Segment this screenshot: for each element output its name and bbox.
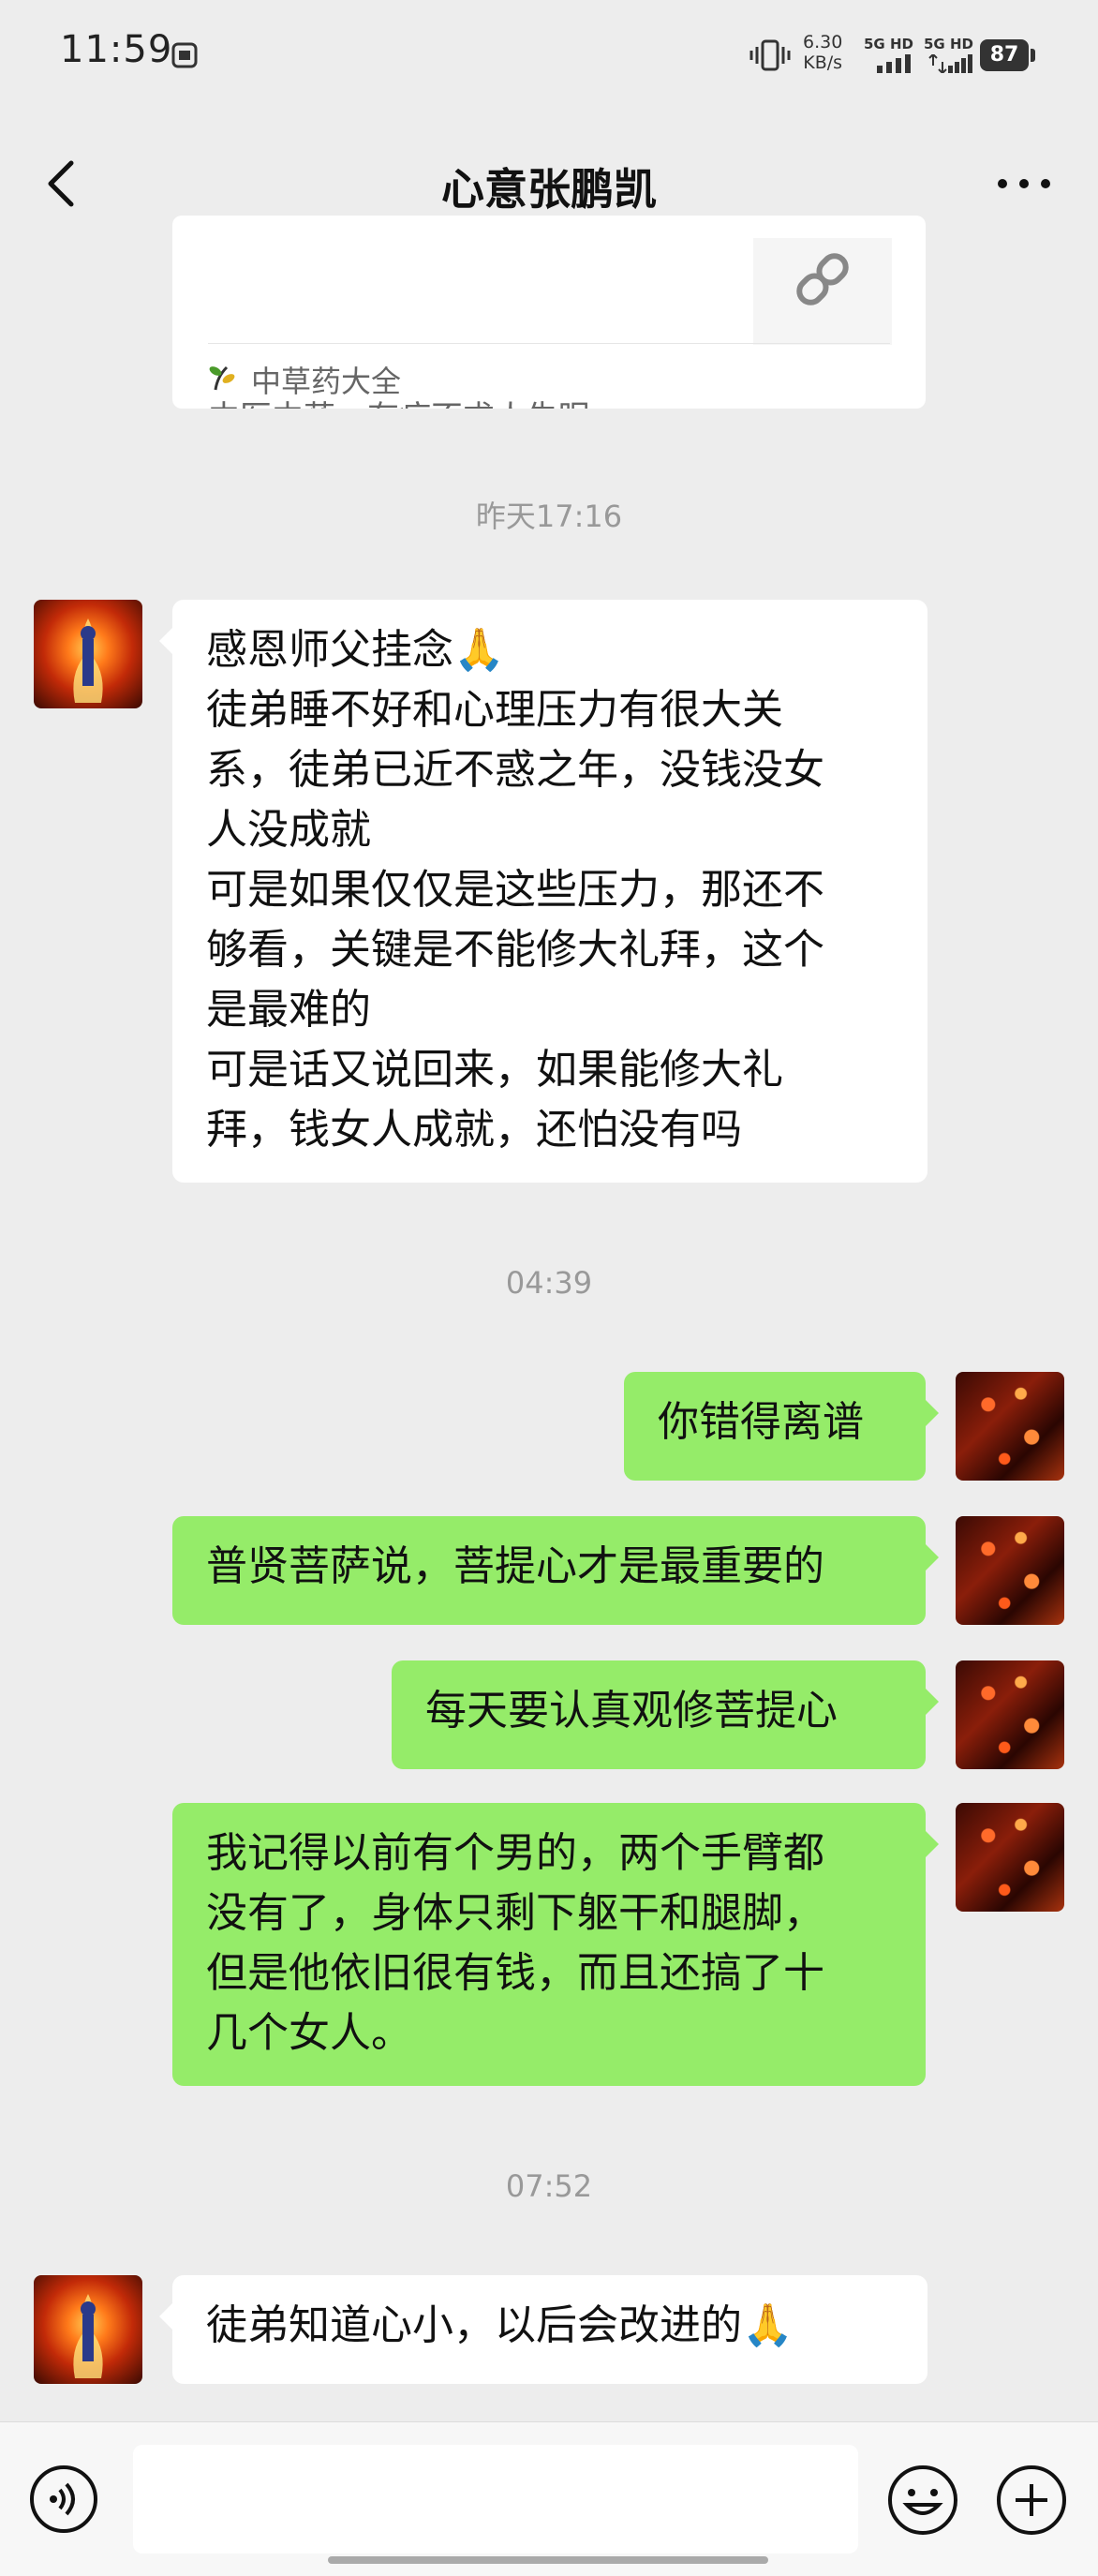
message-bubble-outgoing[interactable]: 每天要认真观修菩提心 xyxy=(392,1660,939,1769)
more-options-icon[interactable] xyxy=(991,156,1057,212)
my-avatar[interactable] xyxy=(956,1660,1064,1769)
timestamp: 昨天17:16 xyxy=(475,499,623,534)
home-indicator[interactable] xyxy=(328,2556,768,2564)
shared-link-card[interactable]: … … … 中医中药、有病不求人失眠… 中草药大全 xyxy=(172,216,926,409)
my-avatar[interactable] xyxy=(956,1372,1064,1481)
timestamp: 07:52 xyxy=(505,2168,593,2204)
message-bubble-outgoing[interactable]: 普贤菩萨说，菩提心才是最重要的 xyxy=(172,1516,939,1625)
status-time: 11:59 xyxy=(60,28,173,71)
signal-1-label: 5G HD xyxy=(864,36,913,52)
message-bubble-incoming[interactable]: 感恩师父挂念🙏 徒弟睡不好和心理压力有很大关 系，徒弟已近不惑之年，没钱没女 人… xyxy=(159,600,927,1183)
emoji-icon[interactable] xyxy=(886,2464,959,2537)
battery-tip xyxy=(1031,49,1035,62)
app-source-icon xyxy=(209,365,235,391)
card-divider xyxy=(208,343,890,344)
my-avatar[interactable] xyxy=(956,1803,1064,1912)
input-bar xyxy=(0,2421,1098,2576)
link-thumbnail xyxy=(753,238,892,345)
avatar-flame-figure-icon xyxy=(73,2294,103,2378)
contact-avatar[interactable] xyxy=(34,2275,142,2384)
voice-input-icon[interactable] xyxy=(28,2464,99,2535)
my-avatar[interactable] xyxy=(956,1516,1064,1625)
status-bar: 11:59 6.30 KB/s 5G HD 5G HD 87 xyxy=(0,0,1098,112)
contact-avatar[interactable] xyxy=(34,600,142,708)
signal-2-label: 5G HD xyxy=(924,36,973,52)
avatar-flame-figure-icon xyxy=(73,618,103,703)
battery-icon: 87 xyxy=(980,39,1029,71)
message-bubble-outgoing[interactable]: 我记得以前有个男的，两个手臂都 没有了，身体只剩下躯干和腿脚， 但是他依旧很有钱… xyxy=(172,1803,939,2086)
message-bubble-outgoing[interactable]: 你错得离谱 xyxy=(624,1372,939,1481)
message-input[interactable] xyxy=(133,2445,858,2554)
network-speed: 6.30 KB/s xyxy=(803,32,843,73)
signal-1-icon xyxy=(877,54,911,73)
timestamp: 04:39 xyxy=(505,1265,593,1301)
plus-icon[interactable] xyxy=(995,2464,1068,2537)
message-bubble-incoming[interactable]: 徒弟知道心小，以后会改进的🙏 xyxy=(159,2275,927,2384)
link-icon xyxy=(796,253,849,305)
signal-2-icon xyxy=(928,54,972,73)
link-card-source: 中草药大全 xyxy=(251,364,402,399)
chat-title: 心意张鹏凯 xyxy=(441,164,657,215)
screen-notification-icon xyxy=(171,42,198,68)
vibrate-icon xyxy=(749,39,791,71)
